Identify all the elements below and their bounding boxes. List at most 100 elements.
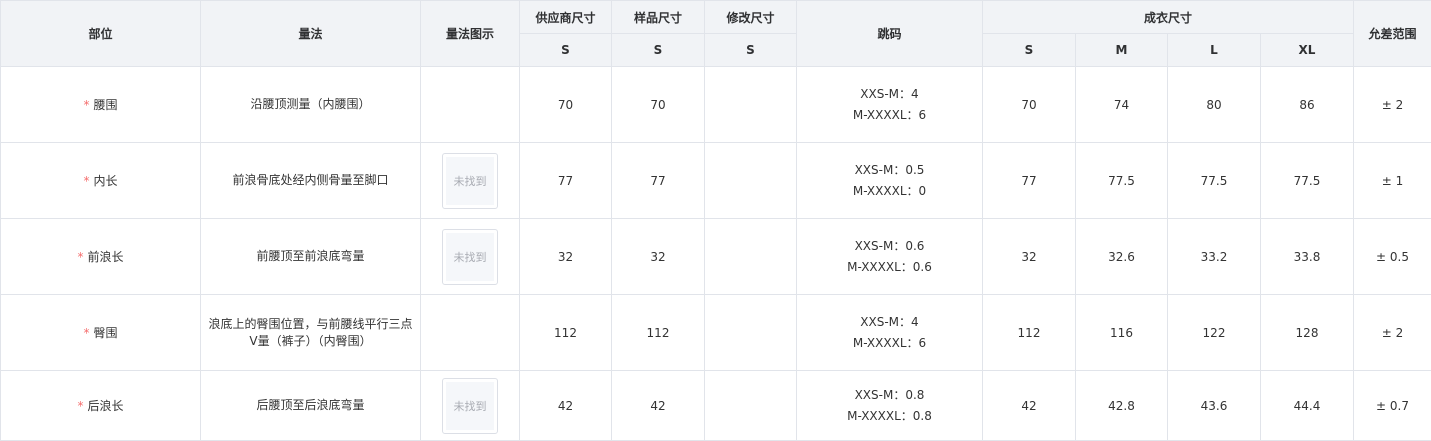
header-finished-size-l: L	[1167, 33, 1261, 67]
part-name: 腰围	[93, 98, 118, 112]
cell-finished-size: 122	[1167, 294, 1261, 371]
cell-part: * 腰围	[0, 66, 201, 143]
required-marker: *	[83, 174, 90, 188]
cell-finished-size: 32	[982, 218, 1076, 295]
cell-sample-size: 32	[611, 218, 705, 295]
header-part: 部位	[0, 0, 201, 67]
cell-finished-size: 70	[982, 66, 1076, 143]
jump-line: XXS-M：4	[860, 86, 919, 101]
cell-finished-size: 86	[1259, 66, 1355, 143]
cell-tolerance: ± 2	[1353, 66, 1431, 143]
header-supplier: 供应商尺寸	[519, 0, 612, 34]
cell-modify-size[interactable]	[704, 142, 797, 219]
jump-line: M-XXXXL：6	[852, 335, 927, 350]
cell-supplier-size: 70	[519, 66, 612, 143]
cell-finished-size: 77.5	[1167, 142, 1261, 219]
cell-finished-size: 116	[1075, 294, 1168, 371]
cell-finished-size: 32.6	[1075, 218, 1168, 295]
cell-jump: XXS-M：0.8 M-XXXXL：0.8	[796, 370, 983, 441]
header-finished: 成衣尺寸	[981, 0, 1355, 34]
cell-method: 前腰顶至前浪底弯量	[200, 218, 421, 295]
cell-method: 前浪骨底处经内侧骨量至脚口	[200, 142, 421, 219]
header-finished-size-xl: XL	[1259, 33, 1355, 67]
required-marker: *	[77, 399, 84, 413]
cell-finished-size: 33.2	[1167, 218, 1261, 295]
cell-finished-size: 74	[1075, 66, 1168, 143]
header-supplier-size: S	[519, 33, 612, 67]
cell-finished-size: 42	[982, 370, 1076, 441]
method-text: 沿腰顶测量（内腰围）	[250, 97, 371, 111]
header-diagram: 量法图示	[420, 0, 520, 67]
cell-part: * 臀围	[0, 294, 201, 371]
diagram-thumbnail[interactable]: 未找到	[442, 152, 498, 209]
cell-tolerance: ± 1	[1353, 142, 1431, 219]
cell-finished-size: 128	[1259, 294, 1355, 371]
cell-supplier-size: 77	[519, 142, 612, 219]
part-name: 臀围	[93, 326, 118, 340]
header-sample-size: S	[611, 33, 705, 67]
image-not-found-text: 未找到	[446, 381, 494, 430]
cell-tolerance: ± 0.7	[1353, 370, 1431, 441]
cell-finished-size: 42.8	[1075, 370, 1168, 441]
cell-modify-size[interactable]	[704, 370, 797, 441]
cell-method: 后腰顶至后浪底弯量	[200, 370, 421, 441]
cell-finished-size: 44.4	[1259, 370, 1355, 441]
cell-diagram	[420, 294, 520, 371]
required-marker: *	[83, 98, 90, 112]
diagram-thumbnail[interactable]: 未找到	[442, 228, 498, 285]
cell-finished-size: 80	[1167, 66, 1261, 143]
jump-line: XXS-M：0.8	[854, 387, 925, 402]
cell-finished-size: 112	[982, 294, 1076, 371]
cell-sample-size: 77	[611, 142, 705, 219]
cell-jump: XXS-M：0.5 M-XXXXL：0	[796, 142, 983, 219]
table-row: * 内长 前浪骨底处经内侧骨量至脚口 未找到 77 77 XXS-M：0.5 M-XXXXL：…	[0, 142, 1431, 219]
cell-modify-size[interactable]	[704, 66, 797, 143]
method-text: 前浪骨底处经内侧骨量至脚口	[232, 173, 389, 187]
header-modify: 修改尺寸	[704, 0, 797, 34]
image-not-found-text: 未找到	[446, 232, 494, 281]
table-header: 部位 量法 量法图示 供应商尺寸 样品尺寸 修改尺寸 跳码 成衣尺寸 允差范围 …	[0, 0, 1431, 67]
size-spec-table: 部位 量法 量法图示 供应商尺寸 样品尺寸 修改尺寸 跳码 成衣尺寸 允差范围 …	[0, 0, 1431, 441]
cell-tolerance: ± 0.5	[1353, 218, 1431, 295]
jump-line: M-XXXXL：0.6	[847, 259, 932, 274]
table-body: * 腰围 沿腰顶测量（内腰围） 70 70 XXS-M：4 M-XXXXL：6 70 74 80 8…	[0, 66, 1431, 441]
cell-diagram	[420, 66, 520, 143]
part-name: 内长	[93, 174, 118, 188]
cell-sample-size: 42	[611, 370, 705, 441]
jump-line: XXS-M：4	[860, 314, 919, 329]
cell-modify-size[interactable]	[704, 294, 797, 371]
jump-line: XXS-M：0.6	[854, 238, 925, 253]
cell-supplier-size: 42	[519, 370, 612, 441]
cell-part: * 内长	[0, 142, 201, 219]
method-text: 前腰顶至前浪底弯量	[256, 249, 365, 263]
header-finished-size-s: S	[982, 33, 1076, 67]
jump-line: M-XXXXL：0	[852, 183, 927, 198]
diagram-thumbnail[interactable]: 未找到	[442, 377, 498, 434]
cell-jump: XXS-M：4 M-XXXXL：6	[796, 66, 983, 143]
cell-diagram: 未找到	[420, 142, 520, 219]
required-marker: *	[83, 326, 90, 340]
required-marker: *	[77, 250, 84, 264]
cell-supplier-size: 32	[519, 218, 612, 295]
header-modify-size: S	[704, 33, 797, 67]
cell-diagram: 未找到	[420, 218, 520, 295]
cell-finished-size: 77.5	[1075, 142, 1168, 219]
cell-part: * 后浪长	[0, 370, 201, 441]
cell-modify-size[interactable]	[704, 218, 797, 295]
image-not-found-text: 未找到	[446, 156, 494, 205]
cell-tolerance: ± 2	[1353, 294, 1431, 371]
cell-diagram: 未找到	[420, 370, 520, 441]
cell-part: * 前浪长	[0, 218, 201, 295]
cell-method: 沿腰顶测量（内腰围）	[200, 66, 421, 143]
header-finished-size-m: M	[1075, 33, 1168, 67]
cell-sample-size: 70	[611, 66, 705, 143]
header-jump: 跳码	[796, 0, 983, 67]
table-row: * 前浪长 前腰顶至前浪底弯量 未找到 32 32 XXS-M：0.6 M-XXXXL：0.6…	[0, 218, 1431, 295]
cell-finished-size: 43.6	[1167, 370, 1261, 441]
cell-finished-size: 77.5	[1259, 142, 1355, 219]
jump-line: M-XXXXL：6	[852, 107, 927, 122]
table-row: * 后浪长 后腰顶至后浪底弯量 未找到 42 42 XXS-M：0.8 M-XXXXL：0.8…	[0, 370, 1431, 441]
part-name: 后浪长	[87, 399, 124, 413]
table-row: * 臀围 浪底上的臀围位置，与前腰线平行三点V量（裤子）（内臀围） 112 112 XXS…	[0, 294, 1431, 371]
cell-jump: XXS-M：0.6 M-XXXXL：0.6	[796, 218, 983, 295]
